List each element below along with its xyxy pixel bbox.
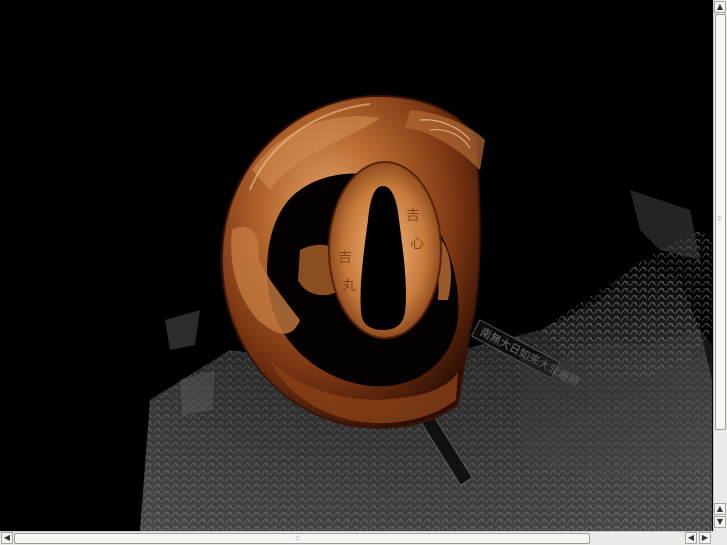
scroll-right-button[interactable]: ▶ — [699, 532, 711, 544]
arrow-down-icon: ▼ — [716, 517, 724, 526]
arrow-right-icon: ▶ — [701, 533, 709, 542]
horizontal-scrollbar[interactable]: ◀ ::: ◀ ▶ — [0, 531, 713, 545]
svg-text:丸: 丸 — [342, 278, 356, 294]
page-viewport: 南無大日如来大悲遍照 吉 心 吉 丸 — [0, 0, 713, 531]
svg-text:吉: 吉 — [338, 250, 352, 266]
arrow-up-icon: ▲ — [716, 2, 724, 11]
arrow-left-icon: ◀ — [687, 533, 695, 542]
svg-text:吉: 吉 — [406, 208, 420, 224]
arrow-up-icon: ▲ — [716, 504, 724, 513]
scrollbar-corner — [713, 531, 727, 545]
scroll-left-button[interactable]: ◀ — [1, 532, 13, 544]
grip-icon: ::: — [717, 214, 722, 222]
horizontal-scroll-thumb[interactable]: ::: — [14, 533, 590, 544]
scroll-down-button[interactable]: ▼ — [714, 516, 726, 528]
scroll-up-button[interactable]: ▲ — [714, 1, 726, 13]
scroll-left-button-right[interactable]: ◀ — [685, 532, 697, 544]
vertical-scrollbar[interactable]: ▲ ::: ▲ ▼ — [713, 0, 727, 531]
svg-text:心: 心 — [410, 236, 424, 252]
vertical-scroll-thumb[interactable]: ::: — [715, 14, 726, 430]
grip-icon: ::: — [295, 534, 300, 542]
arrow-left-icon: ◀ — [3, 533, 11, 542]
scroll-up-button-lower[interactable]: ▲ — [714, 503, 726, 515]
artwork-canvas: 南無大日如来大悲遍照 吉 心 吉 丸 — [0, 0, 713, 531]
